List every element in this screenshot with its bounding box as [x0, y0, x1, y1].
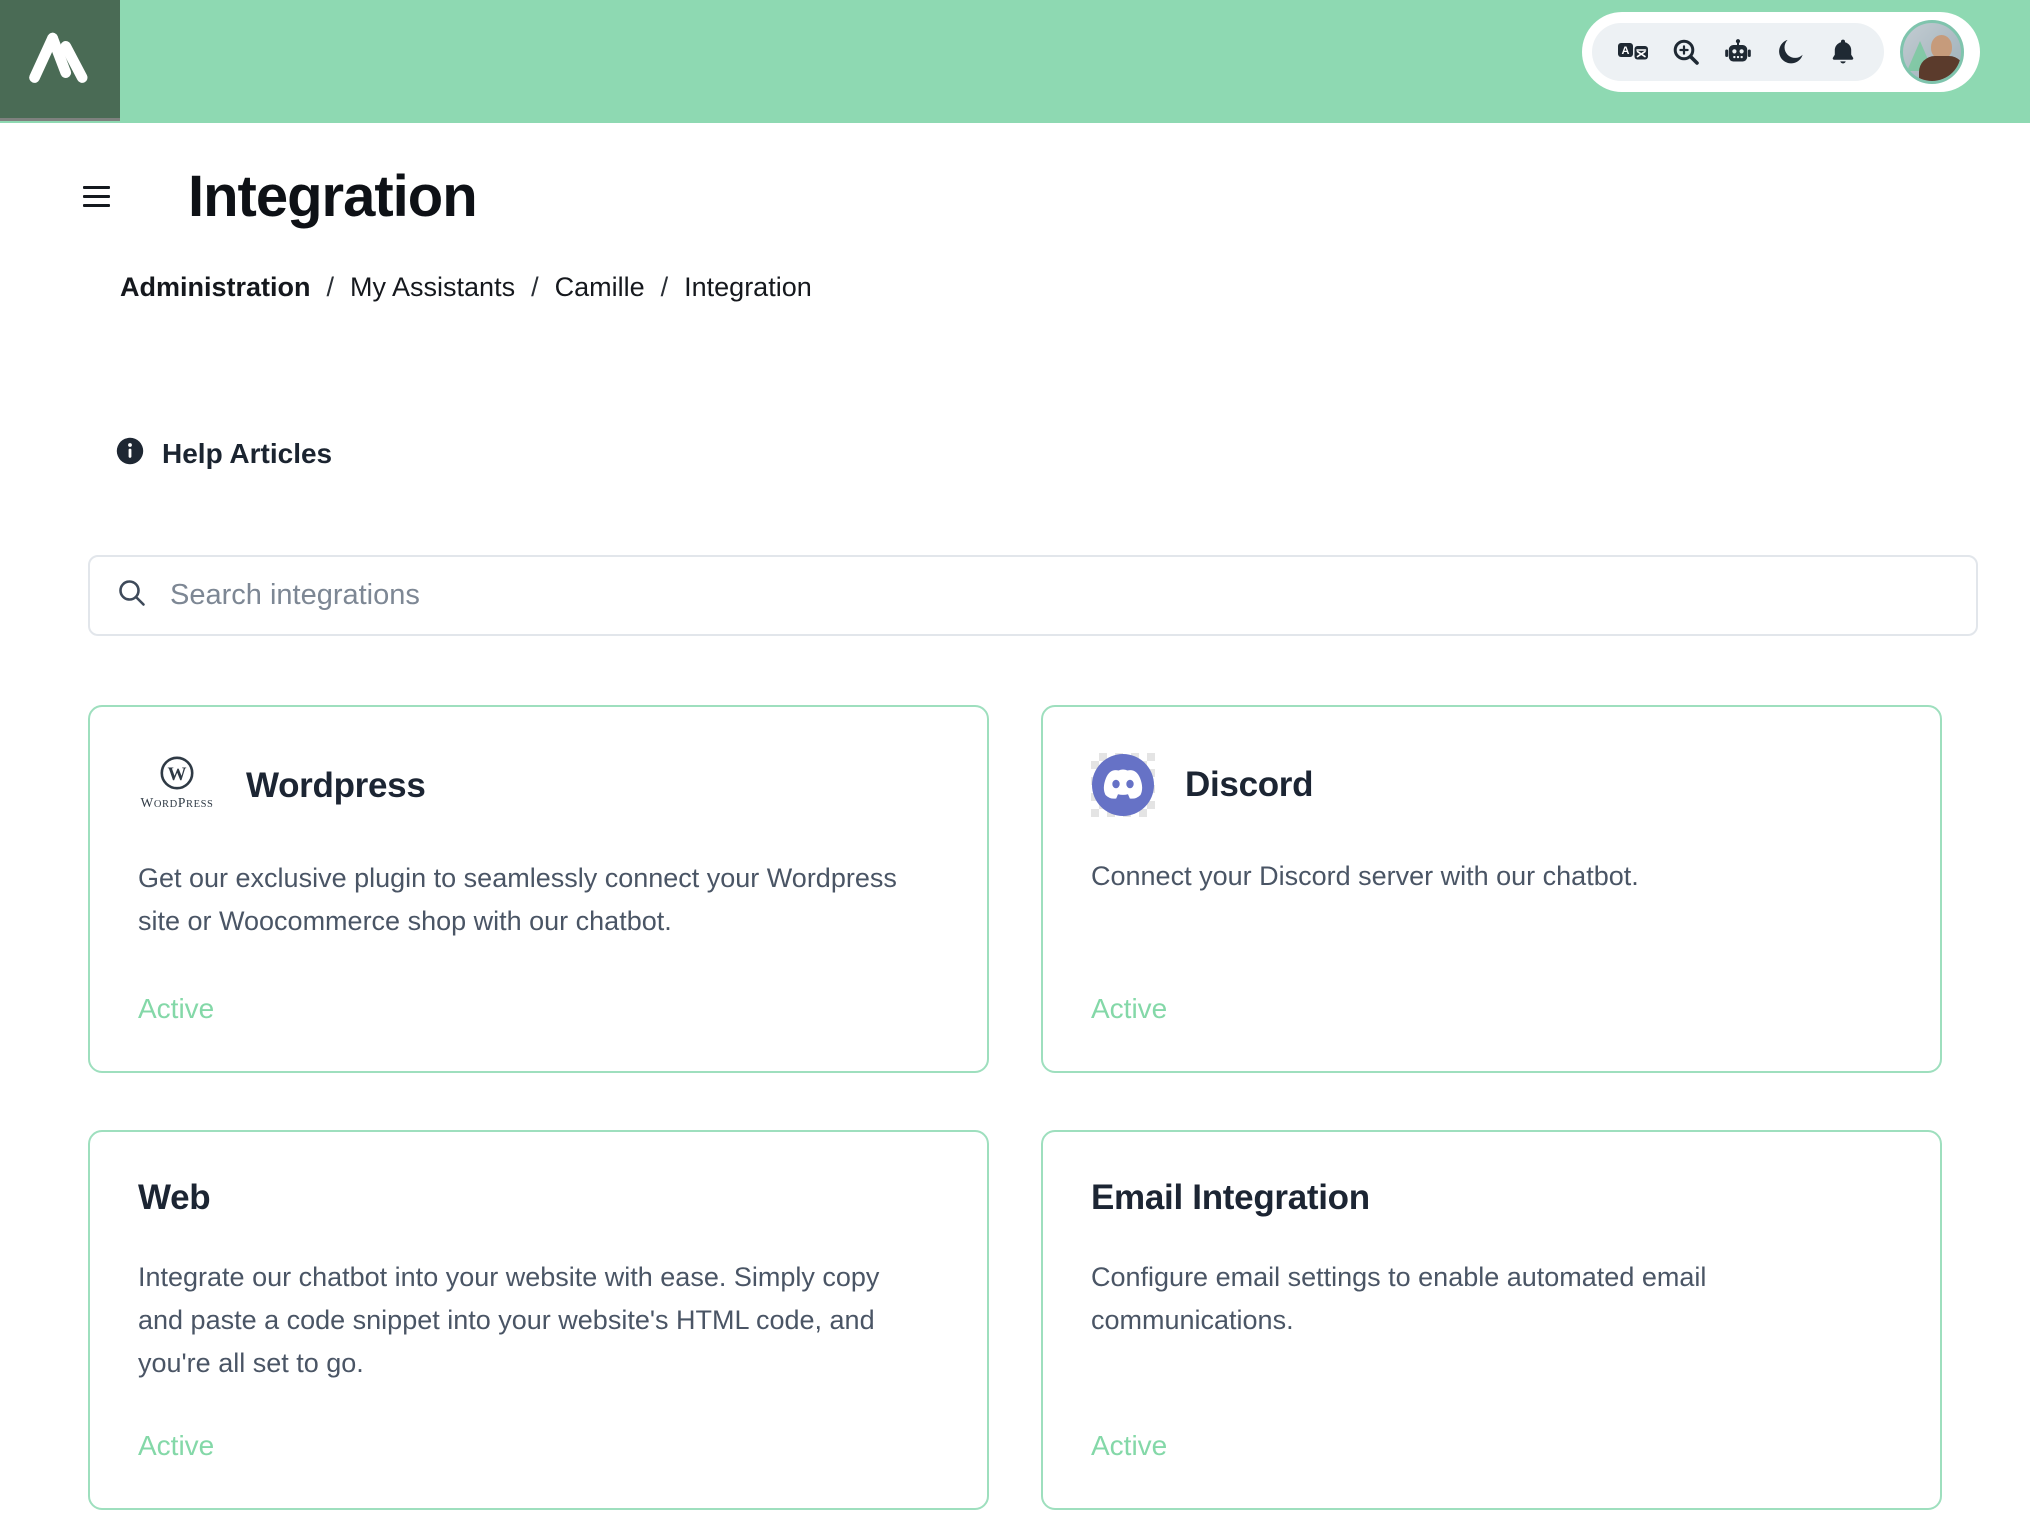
breadcrumb: Administration / My Assistants / Camille… [120, 272, 2030, 303]
app-header: A [0, 0, 2030, 123]
breadcrumb-camille[interactable]: Camille [555, 272, 645, 303]
translate-icon: A [1617, 37, 1649, 67]
integration-cards-grid: W WORDPRESS Wordpress Get our exclusive … [88, 705, 1942, 1510]
card-web-title: Web [138, 1178, 211, 1217]
info-icon [115, 436, 145, 471]
page-title: Integration [188, 164, 478, 229]
notifications-bell-icon [1828, 37, 1858, 67]
card-wordpress[interactable]: W WORDPRESS Wordpress Get our exclusive … [88, 705, 989, 1073]
dark-mode-button[interactable] [1774, 35, 1808, 69]
card-web[interactable]: Web Integrate our chatbot into your webs… [88, 1130, 989, 1510]
card-email-title: Email Integration [1091, 1178, 1370, 1217]
card-discord-description: Connect your Discord server with our cha… [1091, 861, 1639, 891]
breadcrumb-separator: / [660, 272, 669, 302]
card-email-description: Configure email settings to enable autom… [1091, 1262, 1707, 1336]
card-wordpress-header: W WORDPRESS Wordpress [138, 753, 939, 819]
search-icon [116, 577, 148, 614]
svg-text:WORDPRESS: WORDPRESS [141, 795, 214, 810]
card-discord-title: Discord [1185, 765, 1314, 804]
menu-hamburger-button[interactable] [83, 186, 110, 207]
card-email-integration[interactable]: Email Integration Configure email settin… [1041, 1130, 1942, 1510]
toolbar-icon-tray: A [1592, 23, 1884, 81]
app-logo[interactable] [0, 0, 120, 121]
header-toolbar: A [1582, 12, 1980, 92]
dark-mode-moon-icon [1776, 37, 1806, 67]
zoom-button[interactable] [1669, 35, 1703, 69]
search-bar [88, 555, 1978, 636]
breadcrumb-separator: / [531, 272, 539, 302]
card-discord-status-badge: Active [1091, 993, 1168, 1024]
card-web-status-badge: Active [138, 1430, 215, 1461]
wordpress-logo-icon: W WORDPRESS [138, 753, 216, 819]
avatar-person-body [1919, 56, 1961, 81]
zoom-in-icon [1671, 37, 1701, 67]
card-wordpress-status-badge: Active [138, 993, 215, 1024]
search-input[interactable] [170, 579, 1950, 612]
breadcrumb-integration[interactable]: Integration [684, 272, 812, 303]
card-wordpress-title: Wordpress [246, 766, 426, 805]
mountain-logo-icon [23, 24, 97, 95]
translate-button[interactable]: A [1616, 35, 1650, 69]
assistant-button[interactable] [1721, 35, 1755, 69]
title-row: Integration [83, 163, 2030, 230]
breadcrumb-my-assistants[interactable]: My Assistants [350, 272, 515, 303]
card-email-header: Email Integration [1091, 1178, 1892, 1218]
notifications-button[interactable] [1826, 35, 1860, 69]
card-wordpress-description: Get our exclusive plugin to seamlessly c… [138, 863, 897, 937]
discord-logo-icon [1091, 753, 1155, 817]
help-articles-label: Help Articles [162, 437, 333, 469]
integration-page: A Integration Administration / My Assist… [0, 0, 2030, 1524]
card-discord-header: Discord [1091, 753, 1892, 817]
user-avatar[interactable] [1900, 20, 1964, 84]
main-content: Integration Administration / My Assistan… [0, 163, 2030, 1510]
svg-text:A: A [1622, 45, 1630, 57]
card-discord[interactable]: Discord Connect your Discord server with… [1041, 705, 1942, 1073]
card-email-status-badge: Active [1091, 1430, 1168, 1461]
breadcrumb-separator: / [326, 272, 335, 302]
help-articles-link[interactable]: Help Articles [115, 436, 2030, 471]
card-web-header: Web [138, 1178, 939, 1218]
robot-icon [1723, 37, 1753, 67]
breadcrumb-administration[interactable]: Administration [120, 272, 311, 303]
svg-text:W: W [168, 764, 187, 785]
card-web-description: Integrate our chatbot into your website … [138, 1262, 880, 1379]
